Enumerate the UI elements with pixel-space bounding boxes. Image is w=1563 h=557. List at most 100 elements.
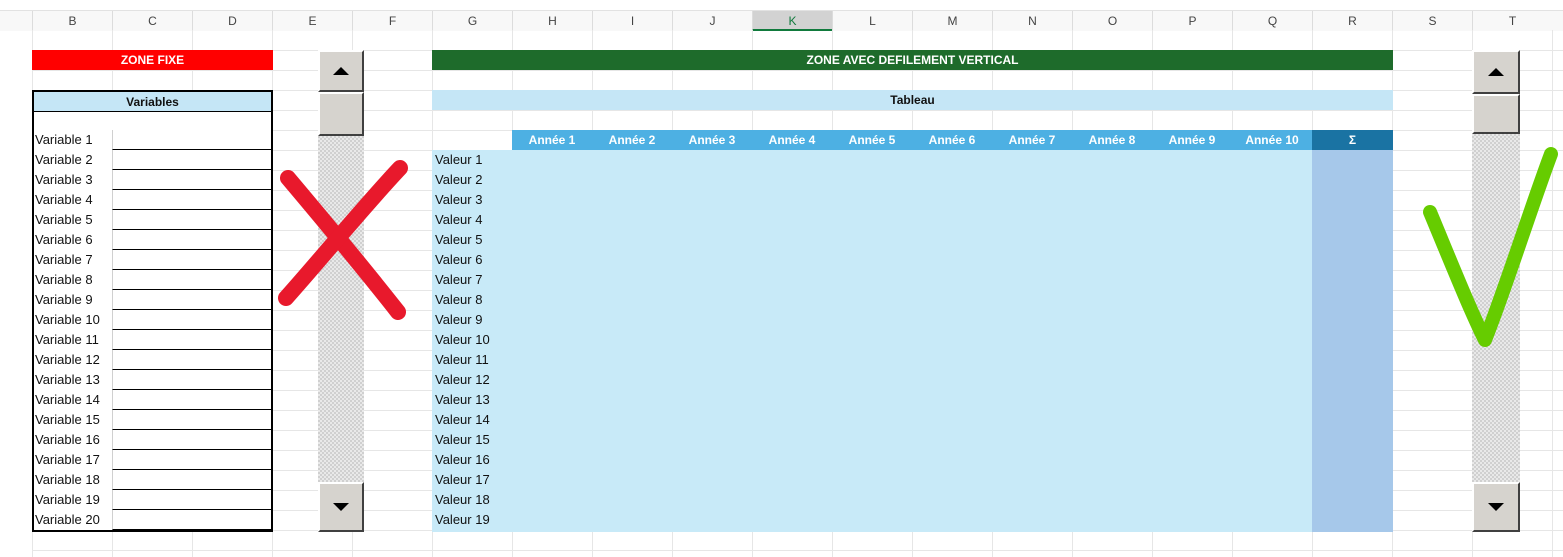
column-header-g[interactable]: G (432, 11, 512, 31)
variable-label[interactable]: Variable 16 (35, 430, 100, 450)
value-label[interactable]: Valeur 7 (435, 270, 482, 290)
left-scroll-thumb[interactable] (318, 92, 364, 136)
variables-header[interactable]: Variables (34, 92, 271, 112)
variable-input[interactable] (112, 230, 271, 250)
variable-label[interactable]: Variable 1 (35, 130, 93, 150)
variable-input[interactable] (112, 410, 271, 430)
value-label[interactable]: Valeur 19 (435, 510, 490, 530)
tableau-header[interactable]: Tableau (432, 90, 1393, 110)
value-label[interactable]: Valeur 1 (435, 150, 482, 170)
zone-defilement-header[interactable]: ZONE AVEC DEFILEMENT VERTICAL (432, 50, 1393, 70)
variable-input[interactable] (112, 310, 271, 330)
sum-header[interactable]: Σ (1312, 130, 1393, 150)
variable-input[interactable] (112, 330, 271, 350)
year-header[interactable]: Année 1 (512, 130, 592, 150)
variable-input[interactable] (112, 290, 271, 310)
variable-input[interactable] (112, 510, 271, 530)
variable-input[interactable] (112, 250, 271, 270)
column-header-s[interactable]: S (1392, 11, 1472, 31)
value-label[interactable]: Valeur 9 (435, 310, 482, 330)
column-header-o[interactable]: O (1072, 11, 1152, 31)
year-header[interactable]: Année 9 (1152, 130, 1232, 150)
variable-input[interactable] (112, 370, 271, 390)
variable-input[interactable] (112, 210, 271, 230)
variable-input[interactable] (112, 450, 271, 470)
value-label[interactable]: Valeur 5 (435, 230, 482, 250)
right-scroll-thumb[interactable] (1472, 94, 1520, 134)
triangle-down-icon (1488, 503, 1504, 511)
column-header-k[interactable]: K (752, 11, 832, 31)
variable-label[interactable]: Variable 8 (35, 270, 93, 290)
zone-fixe-header[interactable]: ZONE FIXE (32, 50, 273, 70)
variable-input[interactable] (112, 150, 271, 170)
value-label[interactable]: Valeur 2 (435, 170, 482, 190)
right-scroll-down-button[interactable] (1472, 482, 1520, 532)
year-header[interactable]: Année 5 (832, 130, 912, 150)
year-header[interactable]: Année 2 (592, 130, 672, 150)
value-label[interactable]: Valeur 17 (435, 470, 490, 490)
variable-label[interactable]: Variable 14 (35, 390, 100, 410)
variable-label[interactable]: Variable 13 (35, 370, 100, 390)
variable-input[interactable] (112, 350, 271, 370)
variable-input[interactable] (112, 190, 271, 210)
column-header-c[interactable]: C (112, 11, 192, 31)
year-header[interactable]: Année 10 (1232, 130, 1312, 150)
column-header-l[interactable]: L (832, 11, 912, 31)
value-label[interactable]: Valeur 13 (435, 390, 490, 410)
value-label[interactable]: Valeur 14 (435, 410, 490, 430)
variable-label[interactable]: Variable 18 (35, 470, 100, 490)
left-scroll-up-button[interactable] (318, 50, 364, 92)
variable-input[interactable] (112, 490, 271, 510)
variable-label[interactable]: Variable 19 (35, 490, 100, 510)
value-label[interactable]: Valeur 11 (435, 350, 489, 370)
variable-label[interactable]: Variable 9 (35, 290, 93, 310)
year-header[interactable]: Année 3 (672, 130, 752, 150)
variable-label[interactable]: Variable 17 (35, 450, 100, 470)
column-header-i[interactable]: I (592, 11, 672, 31)
column-header-b[interactable]: B (32, 11, 112, 31)
variable-label[interactable]: Variable 20 (35, 510, 100, 530)
column-header-f[interactable]: F (352, 11, 432, 31)
variable-label[interactable]: Variable 2 (35, 150, 93, 170)
value-label[interactable]: Valeur 18 (435, 490, 490, 510)
value-label[interactable]: Valeur 15 (435, 430, 490, 450)
column-header-r[interactable]: R (1312, 11, 1392, 31)
variable-label[interactable]: Variable 3 (35, 170, 93, 190)
variable-label[interactable]: Variable 15 (35, 410, 100, 430)
column-header-h[interactable]: H (512, 11, 592, 31)
variable-input[interactable] (112, 390, 271, 410)
variable-input[interactable] (112, 430, 271, 450)
variable-input[interactable] (112, 270, 271, 290)
value-label[interactable]: Valeur 6 (435, 250, 482, 270)
variable-input[interactable] (112, 470, 271, 490)
left-scroll-down-button[interactable] (318, 482, 364, 532)
variable-label[interactable]: Variable 5 (35, 210, 93, 230)
column-header-m[interactable]: M (912, 11, 992, 31)
variable-input[interactable] (112, 130, 271, 150)
variable-label[interactable]: Variable 10 (35, 310, 100, 330)
right-scroll-up-button[interactable] (1472, 50, 1520, 94)
year-header[interactable]: Année 6 (912, 130, 992, 150)
year-header[interactable]: Année 4 (752, 130, 832, 150)
column-header-j[interactable]: J (672, 11, 752, 31)
variable-label[interactable]: Variable 6 (35, 230, 93, 250)
value-label[interactable]: Valeur 16 (435, 450, 490, 470)
column-header-n[interactable]: N (992, 11, 1072, 31)
column-header-t[interactable]: T (1472, 11, 1552, 31)
value-label[interactable]: Valeur 8 (435, 290, 482, 310)
variable-label[interactable]: Variable 7 (35, 250, 93, 270)
year-header[interactable]: Année 7 (992, 130, 1072, 150)
column-header-q[interactable]: Q (1232, 11, 1312, 31)
column-header-d[interactable]: D (192, 11, 272, 31)
variable-label[interactable]: Variable 12 (35, 350, 100, 370)
variable-input[interactable] (112, 170, 271, 190)
value-label[interactable]: Valeur 10 (435, 330, 490, 350)
column-header-e[interactable]: E (272, 11, 352, 31)
variable-label[interactable]: Variable 4 (35, 190, 93, 210)
value-label[interactable]: Valeur 12 (435, 370, 490, 390)
year-header[interactable]: Année 8 (1072, 130, 1152, 150)
variable-label[interactable]: Variable 11 (35, 330, 99, 350)
value-label[interactable]: Valeur 4 (435, 210, 482, 230)
column-header-p[interactable]: P (1152, 11, 1232, 31)
value-label[interactable]: Valeur 3 (435, 190, 482, 210)
